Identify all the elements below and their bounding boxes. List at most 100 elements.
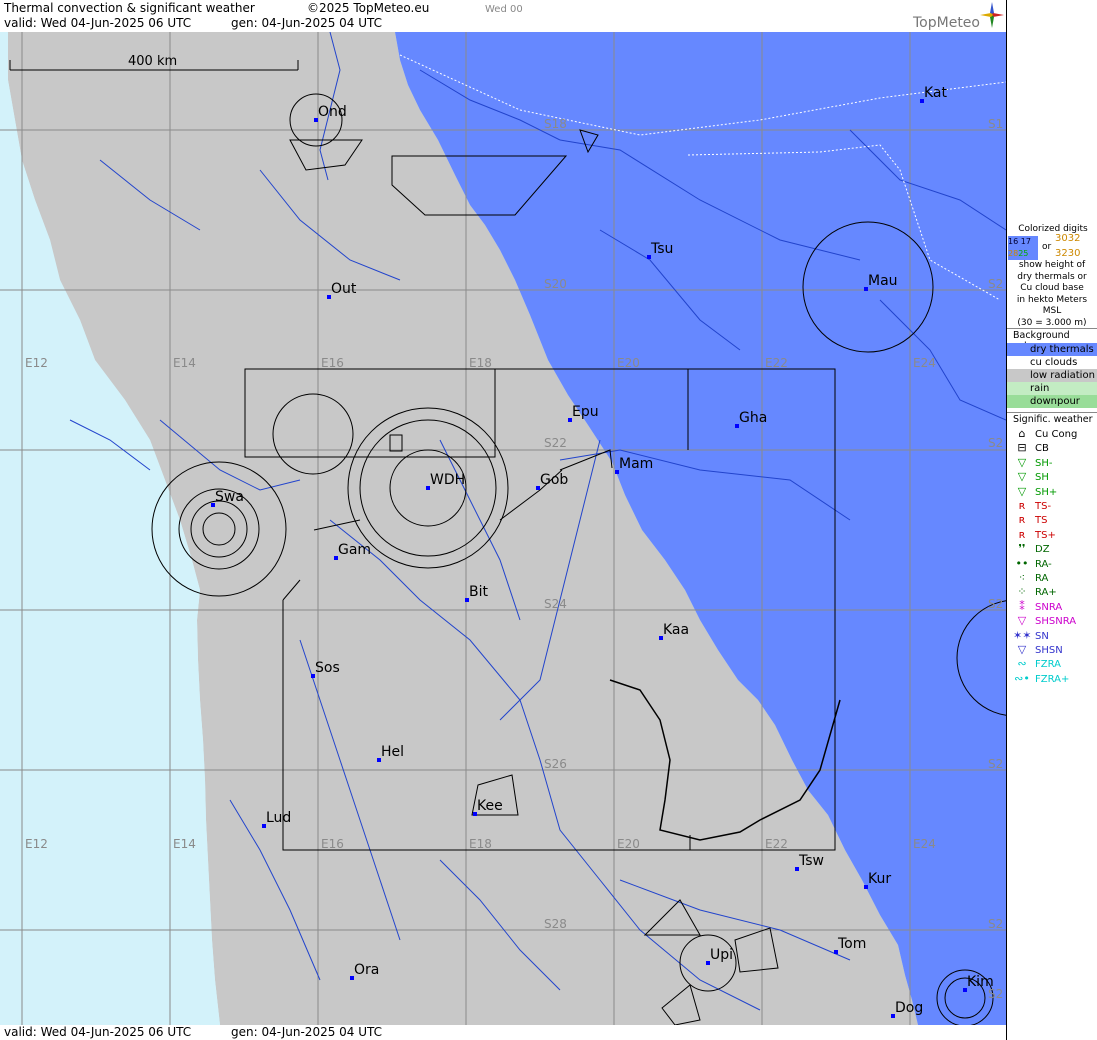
lon-label-bottom: E22 (765, 837, 788, 851)
digit-sample-1: 16 (1008, 237, 1019, 246)
station-label: Gha (739, 410, 767, 426)
rain-icon: ⁖ (1018, 571, 1026, 584)
snow-rain-icon: ⁑ (1019, 599, 1025, 613)
station-kim[interactable]: Kim (963, 974, 994, 992)
thunderstorm-icon: ʀ (1018, 513, 1026, 527)
station-tom[interactable]: Tom (834, 936, 866, 954)
station-label: Hel (381, 744, 404, 760)
station-kur[interactable]: Kur (864, 871, 891, 889)
station-kee[interactable]: Kee (473, 798, 503, 816)
weather-legend-label: SH+ (1035, 486, 1058, 498)
digit-sample-4: 25 (1018, 249, 1029, 258)
weather-legend-label: SNRA (1035, 601, 1063, 613)
station-kat[interactable]: Kat (920, 85, 948, 103)
lon-label-top: E18 (469, 356, 492, 370)
map-canvas: 400 km E12 E14 E16 E18 E20 E22 E24 E12 E14 E16 E18… (0, 32, 1006, 1025)
valid-time-bottom: valid: Wed 04-Jun-2025 06 UTC (4, 1025, 192, 1039)
station-kaa[interactable]: Kaa (659, 622, 689, 640)
background-legend-item: cu clouds (1007, 356, 1097, 369)
weather-legend-item: ʀ TS+ (1013, 528, 1056, 542)
weather-legend-item: ▽ SH- (1013, 455, 1053, 470)
digit-sample-2: 17 (1020, 237, 1031, 246)
lon-label-bottom: E20 (617, 837, 640, 851)
station-label: Upi (710, 947, 733, 963)
station-wdh[interactable]: WDH (426, 472, 465, 490)
scale-label: 400 km (128, 54, 177, 69)
lat-label: S24 (544, 597, 567, 611)
weather-legend-label: SHSNRA (1035, 616, 1077, 628)
lon-label-bottom: E16 (321, 837, 344, 851)
weather-legend-label: TS+ (1035, 529, 1056, 541)
weather-legend-item: ▽ SHSN (1013, 643, 1063, 657)
station-swa[interactable]: Swa (211, 489, 244, 507)
background-legend-item: dry thermals (1007, 343, 1097, 356)
station-mam[interactable]: Mam (615, 456, 653, 474)
digits-sample-swatch: 16 17 2825 (1008, 236, 1038, 260)
station-tsw[interactable]: Tsw (795, 853, 824, 871)
digits-explanation: show height of dry thermals or Cu cloud ba… (1009, 260, 1095, 329)
station-gob[interactable]: Gob (536, 472, 568, 490)
shower-icon: ▽ (1017, 470, 1027, 484)
station-label: Kee (477, 798, 503, 814)
digit-sample-3: 28 (1008, 249, 1019, 258)
weather-legend-label: SHSN (1035, 645, 1063, 656)
lon-label-top: E12 (25, 356, 48, 370)
lat-label: S22 (544, 436, 567, 450)
lon-label-bottom: E24 (913, 837, 936, 851)
shower-light-icon: ▽ (1017, 455, 1027, 469)
weather-legend-item: ▽ SHSNRA (1013, 614, 1076, 628)
weather-legend-label: RA (1035, 573, 1049, 584)
station-mau[interactable]: Mau (864, 273, 898, 291)
station-label: Epu (572, 404, 599, 420)
snow-icon: ✶✶ (1013, 628, 1032, 642)
station-ond[interactable]: Ond (314, 104, 347, 122)
station-label: Lud (266, 810, 291, 826)
weather-legend-item: ▽ SH (1013, 470, 1049, 484)
drizzle-icon: ❜❜ (1018, 542, 1026, 556)
thunderstorm-light-icon: ʀ (1018, 499, 1026, 512)
station-ora[interactable]: Ora (350, 962, 379, 980)
cu-cong-icon: ⌂ (1018, 427, 1026, 440)
digits-title: Colorized digits (1018, 224, 1088, 234)
lat-label: S18 (544, 117, 567, 131)
weather-legend-item: ❜❜ DZ (1013, 542, 1049, 556)
generated-time-top: gen: 04-Jun-2025 04 UTC (231, 16, 383, 30)
snow-rain-shower-icon: ▽ (1017, 614, 1027, 628)
weather-map[interactable]: 400 km E12 E14 E16 E18 E20 E22 E24 E12 E14 E16 E18… (0, 32, 1006, 1025)
station-bit[interactable]: Bit (465, 584, 488, 602)
weather-legend-item: ⁖ RA (1013, 571, 1049, 585)
station-upi[interactable]: Upi (706, 947, 733, 965)
station-dog[interactable]: Dog (891, 1000, 923, 1018)
day-label: Wed 00 (485, 4, 523, 15)
station-lud[interactable]: Lud (262, 810, 291, 828)
weather-legend-label: RA- (1035, 558, 1052, 570)
lat-label-edge: S2 (988, 917, 1003, 931)
station-gha[interactable]: Gha (735, 410, 767, 428)
weather-legend-label: RA+ (1035, 587, 1057, 599)
background-legend-label: cu clouds (1030, 357, 1078, 368)
background-legend-label: downpour (1030, 396, 1080, 407)
lat-label-edge: S2 (988, 757, 1003, 771)
color-swatch (1007, 382, 1097, 395)
station-out[interactable]: Out (327, 281, 357, 299)
station-label: Kaa (663, 622, 689, 638)
station-label: Gam (338, 542, 371, 558)
lat-label-edge: S1 (988, 117, 1003, 131)
lon-label-top: E22 (765, 356, 788, 370)
lon-label-bottom: E14 (173, 837, 196, 851)
station-gam[interactable]: Gam (334, 542, 371, 560)
station-sos[interactable]: Sos (311, 660, 340, 678)
station-label: Bit (469, 584, 488, 600)
weather-legend-label: Cu Cong (1035, 429, 1078, 440)
lon-label-top: E24 (913, 356, 936, 370)
weather-legend-item: ∾ FZRA (1013, 657, 1061, 671)
weather-legend-label: SN (1035, 630, 1049, 642)
weather-legend-item: ⌂ Cu Cong (1013, 427, 1078, 441)
station-tsu[interactable]: Tsu (647, 241, 673, 259)
station-hel[interactable]: Hel (377, 744, 404, 762)
station-epu[interactable]: Epu (568, 404, 599, 422)
weather-legend-item: ʀ TS (1013, 513, 1048, 527)
freezing-rain-icon: ∾ (1017, 657, 1027, 671)
lat-label: S26 (544, 757, 567, 771)
weather-legend-item: ✶✶ SN (1013, 629, 1049, 643)
